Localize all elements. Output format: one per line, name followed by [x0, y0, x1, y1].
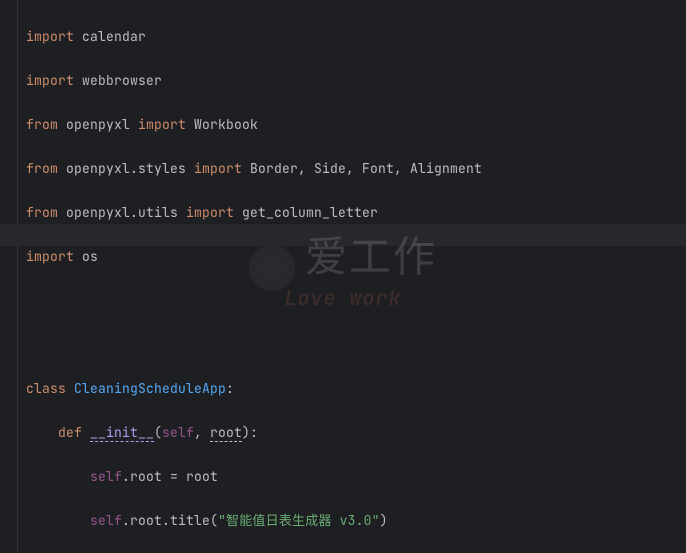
- code-line[interactable]: def __init__(self, root):: [26, 422, 534, 444]
- code-area[interactable]: import calendar import webbrowser from o…: [26, 4, 534, 553]
- code-line[interactable]: from openpyxl.utils import get_column_le…: [26, 202, 534, 224]
- code-line[interactable]: [26, 290, 534, 312]
- code-line[interactable]: class CleaningScheduleApp:: [26, 378, 534, 400]
- code-line[interactable]: import webbrowser: [26, 70, 534, 92]
- code-line[interactable]: self.root.title("智能值日表生成器 v3.0"): [26, 510, 534, 532]
- code-line[interactable]: import calendar: [26, 26, 534, 48]
- gutter: [0, 0, 18, 553]
- code-line[interactable]: self.root = root: [26, 466, 534, 488]
- code-line[interactable]: import os: [26, 246, 534, 268]
- code-line[interactable]: from openpyxl import Workbook: [26, 114, 534, 136]
- code-line[interactable]: from openpyxl.styles import Border, Side…: [26, 158, 534, 180]
- code-line[interactable]: [26, 334, 534, 356]
